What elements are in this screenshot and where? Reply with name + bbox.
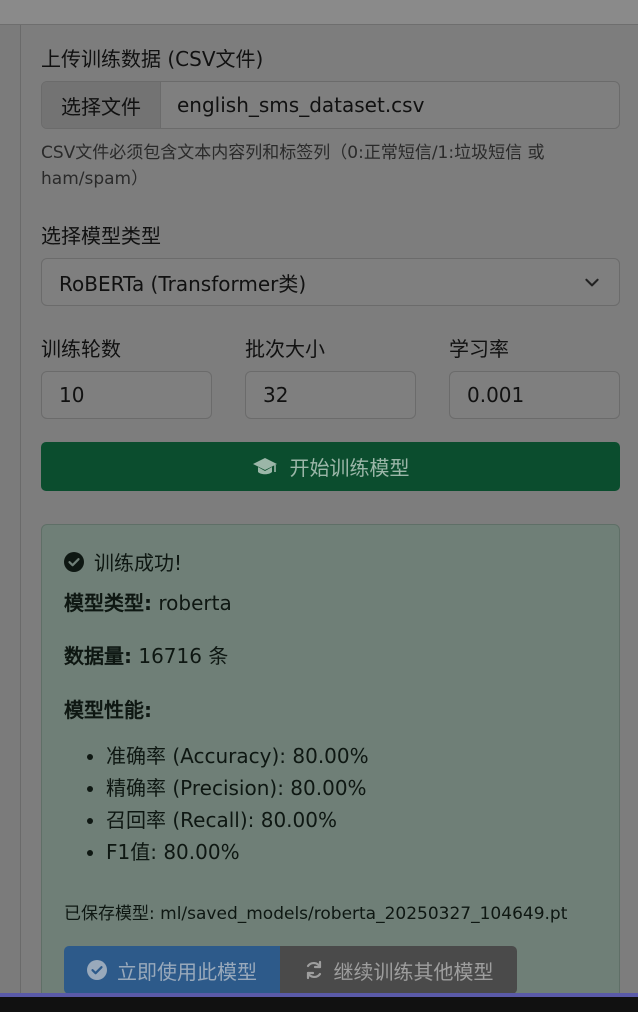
model-type-value: RoBERTa (Transformer类) — [59, 271, 307, 296]
metric-f1: F1值: 80.00% — [106, 836, 369, 868]
check-circle-icon — [64, 551, 84, 572]
metric-precision: 精确率 (Precision): 80.00% — [106, 772, 369, 804]
choose-file-button[interactable]: 选择文件 — [42, 82, 161, 128]
model-type-label: 选择模型类型 — [41, 224, 161, 248]
start-training-button[interactable]: 开始训练模型 — [41, 442, 620, 491]
bottom-accent-line — [0, 993, 638, 997]
epochs-input[interactable]: 10 — [41, 371, 212, 419]
saved-model-line: 已保存模型: ml/saved_models/roberta_20250327_… — [64, 899, 567, 924]
model-type-select[interactable]: RoBERTa (Transformer类) — [41, 258, 620, 306]
upload-label: 上传训练数据 (CSV文件) — [41, 47, 264, 71]
graduation-cap-icon — [252, 457, 277, 474]
file-name: english_sms_dataset.csv — [177, 93, 425, 117]
epochs-label: 训练轮数 — [41, 337, 121, 361]
saved-model-key: 已保存模型: — [64, 904, 155, 924]
top-strip — [0, 0, 638, 25]
saved-model-path: ml/saved_models/roberta_20250327_104649.… — [160, 904, 568, 924]
model-type-val: roberta — [158, 591, 232, 615]
performance-title: 模型性能: — [64, 698, 152, 722]
continue-training-label: 继续训练其他模型 — [333, 959, 494, 984]
data-count-val: 16716 条 — [138, 644, 229, 668]
model-type-key: 模型类型: — [64, 591, 152, 615]
data-count-line: 数据量: 16716 条 — [64, 640, 228, 669]
sync-icon — [306, 960, 321, 980]
learning-rate-input[interactable]: 0.001 — [449, 371, 620, 419]
metric-accuracy: 准确率 (Accuracy): 80.00% — [106, 740, 369, 772]
use-model-button[interactable]: 立即使用此模型 — [64, 946, 280, 994]
training-result-alert: 训练成功! 模型类型: roberta 数据量: 16716 条 模型性能: 准… — [41, 524, 620, 1004]
start-training-label: 开始训练模型 — [289, 456, 410, 480]
data-count-key: 数据量: — [64, 644, 132, 668]
use-model-label: 立即使用此模型 — [117, 959, 257, 984]
model-type-line: 模型类型: roberta — [64, 587, 232, 616]
metric-recall: 召回率 (Recall): 80.00% — [106, 804, 369, 836]
learning-rate-label: 学习率 — [449, 337, 509, 361]
check-circle-icon — [87, 960, 107, 980]
success-text: 训练成功! — [94, 551, 183, 575]
csv-help-text: CSV文件必须包含文本内容列和标签列（0:正常短信/1:垃圾短信 或 ham/s… — [41, 143, 545, 189]
chevron-down-icon — [585, 278, 599, 287]
success-line: 训练成功! — [64, 547, 182, 576]
batch-size-input[interactable]: 32 — [245, 371, 416, 419]
batch-size-label: 批次大小 — [245, 337, 325, 361]
continue-training-button[interactable]: 继续训练其他模型 — [280, 946, 517, 994]
file-input[interactable]: 选择文件 english_sms_dataset.csv — [41, 81, 620, 129]
metrics-list: 准确率 (Accuracy): 80.00% 精确率 (Precision): … — [64, 740, 369, 868]
